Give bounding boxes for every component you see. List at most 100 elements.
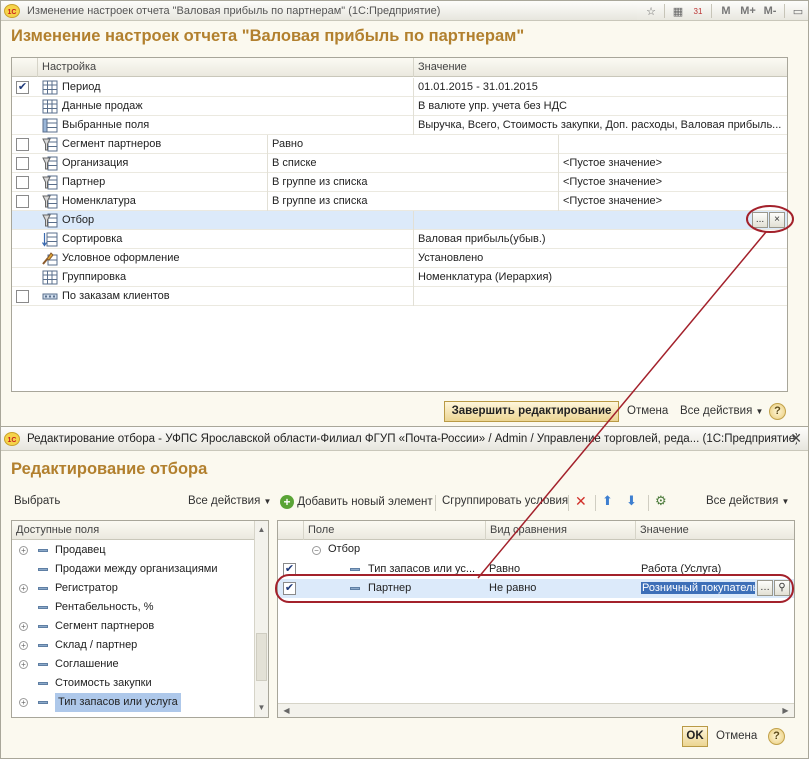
scroll-down-arrow-icon[interactable]: ▼: [255, 701, 268, 715]
setting-value[interactable]: Установлено: [413, 249, 787, 268]
delete-x-icon[interactable]: ✕: [575, 493, 587, 510]
comparison-type[interactable]: В группе из списка: [267, 192, 558, 211]
comparison-type[interactable]: Равно: [267, 135, 558, 154]
help-button[interactable]: ?: [768, 728, 785, 745]
available-field-item[interactable]: + Склад / партнер: [12, 636, 254, 655]
expand-plus-icon[interactable]: +: [19, 698, 28, 707]
help-button[interactable]: ?: [769, 403, 786, 420]
setting-value[interactable]: [413, 211, 787, 230]
available-field-item[interactable]: + Сегмент партнеров: [12, 617, 254, 636]
row-checkbox[interactable]: ✔: [16, 81, 29, 94]
row-checkbox[interactable]: [16, 176, 29, 189]
scroll-left-arrow-icon[interactable]: ◀: [280, 704, 293, 717]
settings-row[interactable]: Партнер В группе из списка <Пустое значени…: [12, 173, 787, 192]
add-new-element-button[interactable]: + Добавить новый элемент: [280, 495, 433, 509]
close-icon[interactable]: ✕: [790, 430, 802, 447]
settings-row[interactable]: Отбор ... ×: [12, 211, 787, 230]
memory-minus-button[interactable]: M-: [760, 3, 780, 19]
available-fields-list[interactable]: Доступные поля + Продавец Продажи между ор…: [11, 520, 269, 718]
setting-value[interactable]: [558, 135, 787, 154]
available-field-item[interactable]: Стоимость закупки: [12, 674, 254, 693]
scroll-right-arrow-icon[interactable]: ▶: [779, 704, 792, 717]
available-field-item[interactable]: + Продавец: [12, 541, 254, 560]
expand-plus-icon[interactable]: +: [19, 584, 28, 593]
move-down-icon[interactable]: ⬇: [626, 493, 637, 509]
expand-plus-icon[interactable]: +: [19, 622, 28, 631]
filter-row[interactable]: ✔ Партнер Не равно Розничный покупатель … ⚲: [278, 579, 794, 598]
memory-m-button[interactable]: M: [716, 3, 736, 19]
available-field-item[interactable]: Рентабельность, %: [12, 598, 254, 617]
setting-value[interactable]: <Пустое значение>: [558, 192, 787, 211]
group-conditions-button[interactable]: Сгруппировать условия: [442, 495, 568, 507]
settings-row[interactable]: Сегмент партнеров Равно: [12, 135, 787, 154]
all-actions-menu[interactable]: Все действия ▼: [680, 405, 763, 417]
settings-row[interactable]: Сортировка Валовая прибыль(убыв.): [12, 230, 787, 249]
column-header-setting[interactable]: Настройка: [37, 58, 417, 77]
expand-plus-icon[interactable]: +: [19, 660, 28, 669]
calculator-icon[interactable]: ▦: [669, 3, 687, 19]
all-actions-left-menu[interactable]: Все действия ▼: [188, 495, 271, 507]
column-header-available-fields[interactable]: Доступные поля: [12, 521, 254, 540]
finish-editing-button[interactable]: Завершить редактирование: [444, 401, 619, 422]
filter-comparison[interactable]: Не равно: [485, 579, 635, 598]
setting-value[interactable]: 01.01.2015 - 31.01.2015: [413, 78, 787, 97]
restore-icon[interactable]: ▭: [789, 3, 807, 19]
column-header-comparison[interactable]: Вид сравнения: [485, 521, 635, 540]
row-checkbox[interactable]: [16, 195, 29, 208]
settings-row[interactable]: Номенклатура В группе из списка <Пустое зн…: [12, 192, 787, 211]
row-checkbox[interactable]: [16, 138, 29, 151]
settings-row[interactable]: Группировка Номенклатура (Иерархия): [12, 268, 787, 287]
setting-value[interactable]: [413, 287, 787, 306]
filter-conditions-table[interactable]: Поле Вид сравнения Значение − Отбор ✔ Тип…: [277, 520, 795, 718]
settings-grid-icon[interactable]: ⚙: [655, 493, 667, 509]
settings-row[interactable]: ✔ Период 01.01.2015 - 31.01.2015: [12, 78, 787, 97]
column-header-value[interactable]: Значение: [635, 521, 794, 540]
collapse-minus-icon[interactable]: −: [312, 546, 321, 555]
move-up-icon[interactable]: ⬆: [602, 493, 613, 509]
available-field-item[interactable]: + Соглашение: [12, 655, 254, 674]
setting-value[interactable]: Выручка, Всего, Стоимость закупки, Доп. …: [413, 116, 787, 135]
row-checkbox[interactable]: ✔: [283, 563, 296, 576]
column-header-value[interactable]: Значение: [413, 58, 787, 77]
settings-row[interactable]: Данные продаж В валюте упр. учета без НДС: [12, 97, 787, 116]
setting-value[interactable]: <Пустое значение>: [558, 154, 787, 173]
available-field-item[interactable]: + Тип запасов или услуга: [12, 693, 254, 712]
memory-plus-button[interactable]: M+: [738, 3, 758, 19]
expand-plus-icon[interactable]: +: [19, 546, 28, 555]
choose-button[interactable]: Выбрать: [14, 495, 60, 507]
scroll-thumb[interactable]: [256, 633, 267, 681]
settings-row[interactable]: Организация В списке <Пустое значение>: [12, 154, 787, 173]
cancel-link[interactable]: Отмена: [627, 405, 668, 417]
comparison-type[interactable]: В списке: [267, 154, 558, 173]
vertical-scrollbar[interactable]: ▲ ▼: [254, 521, 268, 717]
search-icon[interactable]: ⚲: [774, 580, 790, 596]
favorite-star-icon[interactable]: ☆: [642, 3, 660, 19]
settings-row[interactable]: Выбранные поля Выручка, Всего, Стоимость …: [12, 116, 787, 135]
ok-button[interactable]: OK: [682, 726, 708, 747]
settings-table[interactable]: Настройка Значение ✔ Период 01.01.2015 - 3…: [11, 57, 788, 392]
row-checkbox[interactable]: [16, 290, 29, 303]
filter-value[interactable]: Работа (Услуга): [635, 560, 794, 579]
setting-value[interactable]: В валюте упр. учета без НДС: [413, 97, 787, 116]
filter-comparison[interactable]: Равно: [485, 560, 635, 579]
column-header-field[interactable]: Поле: [303, 521, 483, 540]
select-button[interactable]: ...: [752, 212, 768, 228]
select-button[interactable]: …: [757, 580, 773, 596]
filter-field[interactable]: Тип запасов или ус...: [364, 560, 485, 579]
horizontal-scrollbar[interactable]: ◀ ▶: [278, 703, 794, 717]
available-field-item[interactable]: Продажи между организациями: [12, 560, 254, 579]
setting-value[interactable]: Номенклатура (Иерархия): [413, 268, 787, 287]
calendar-icon[interactable]: 31: [689, 3, 707, 19]
settings-row[interactable]: По заказам клиентов: [12, 287, 787, 306]
row-checkbox[interactable]: ✔: [283, 582, 296, 595]
setting-value[interactable]: <Пустое значение>: [558, 173, 787, 192]
row-checkbox[interactable]: [16, 157, 29, 170]
cancel-link[interactable]: Отмена: [716, 730, 757, 742]
filter-root-row[interactable]: − Отбор: [278, 541, 794, 560]
filter-field[interactable]: Партнер: [364, 579, 485, 598]
available-field-item[interactable]: + Регистратор: [12, 579, 254, 598]
clear-button[interactable]: ×: [769, 212, 785, 228]
scroll-up-arrow-icon[interactable]: ▲: [255, 523, 268, 537]
filter-row[interactable]: ✔ Тип запасов или ус... Равно Работа (Услуг…: [278, 560, 794, 579]
comparison-type[interactable]: В группе из списка: [267, 173, 558, 192]
